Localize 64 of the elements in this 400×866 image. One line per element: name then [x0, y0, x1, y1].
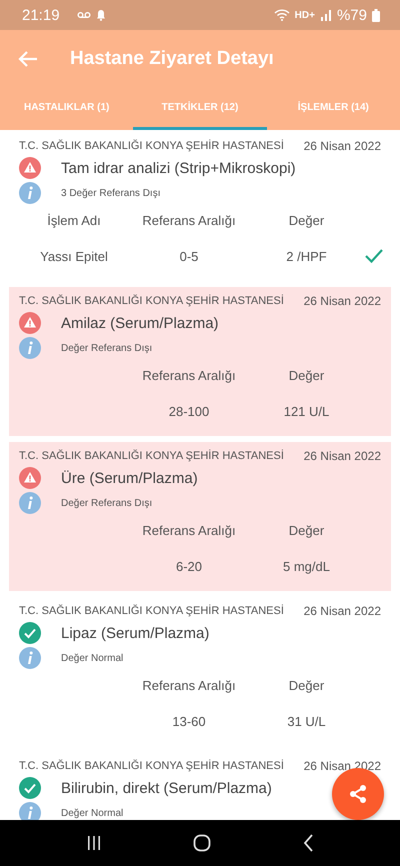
column-header: Referans Aralığı [142, 522, 236, 538]
table-cell: 28-100 [168, 404, 210, 418]
share-icon [347, 783, 369, 805]
info-icon [19, 182, 41, 204]
column-header: Değer [288, 522, 324, 538]
bell-icon [96, 9, 106, 21]
table-cell: 2 /HPF [286, 248, 327, 264]
voicemail-icon [76, 10, 91, 20]
result-note: Değer Referans Dışı [61, 498, 152, 508]
result-date: 26 Nisan 2022 [304, 139, 381, 153]
column-header: İşlem Adı [47, 212, 101, 228]
hospital-name: T.C. SAĞLIK BAKANLIĞI KONYA ŞEHİR HASTANESİ [19, 295, 284, 307]
table-cell: 13-60 [172, 714, 206, 728]
battery-level: %79 [336, 6, 367, 24]
table-cell: 5 mg/dL [283, 558, 330, 574]
column-header: Referans Aralığı [142, 678, 236, 692]
result-date: 26 Nisan 2022 [304, 449, 381, 463]
column-header: Değer [288, 368, 324, 382]
test-name: Amilaz (Serum/Plazma) [61, 314, 219, 332]
result-note: Değer Referans Dışı [61, 342, 152, 354]
info-icon [19, 647, 41, 669]
hospital-name: T.C. SAĞLIK BAKANLIĞI KONYA ŞEHİR HASTANESİ [19, 140, 284, 152]
info-icon [19, 337, 41, 359]
column-header: Değer [288, 212, 324, 228]
result-note: Değer Normal [61, 808, 124, 818]
result-card[interactable]: T.C. SAĞLIK BAKANLIĞI KONYA ŞEHİR HASTANESİ 26 Nisan 2022 Üre (Serum/Plazma) Değer Referans Dışı Referans Aralığı Değer 6-20 5 mg/dL [9, 442, 391, 591]
column-header: Değer [288, 678, 324, 692]
screen-title: Hastane Ziyaret Detayı [70, 48, 274, 70]
signal-icon [320, 9, 332, 21]
test-name: Tam idrar analizi (Strip+Mikroskopi) [61, 160, 296, 176]
test-name: Lipaz (Serum/Plazma) [61, 624, 210, 642]
test-name: Üre (Serum/Plazma) [61, 470, 198, 486]
warning-icon [19, 312, 41, 334]
result-card[interactable]: T.C. SAĞLIK BAKANLIĞI KONYA ŞEHİR HASTANESİ 26 Nisan 2022 Lipaz (Serum/Plazma) Değer Normal Referans Aralığı Değer 13-60 31 U/L [9, 597, 391, 746]
network-label: HD+ [294, 10, 315, 20]
info-icon [19, 492, 41, 514]
home-icon[interactable] [192, 834, 211, 852]
recent-apps-icon[interactable] [86, 835, 102, 851]
wifi-icon [274, 9, 290, 21]
test-name: Bilirubin, direkt (Serum/Plazma) [61, 780, 272, 796]
clock: 21:19 [22, 6, 60, 24]
column-header: Referans Aralığı [142, 368, 236, 382]
table-cell: 31 U/L [287, 714, 326, 728]
check-circle-icon [19, 777, 41, 799]
hospital-name: T.C. SAĞLIK BAKANLIĞI KONYA ŞEHİR HASTANESİ [19, 605, 284, 617]
result-note: 3 Değer Referans Dışı [61, 188, 160, 198]
battery-icon [372, 8, 380, 22]
table-cell: 121 U/L [284, 404, 330, 418]
hospital-name: T.C. SAĞLIK BAKANLIĞI KONYA ŞEHİR HASTANESİ [19, 450, 284, 462]
result-card[interactable]: T.C. SAĞLIK BAKANLIĞI KONYA ŞEHİR HASTANESİ 26 Nisan 2022 Tam idrar analizi (Strip+Mikroskopi) 3 Değer Referans Dışı İşlem Adı Referans Aralığı Değer Yassı Epitel 0-5 2 /HPF [9, 132, 391, 281]
result-date: 26 Nisan 2022 [304, 604, 381, 618]
back-icon[interactable] [302, 834, 314, 852]
table-cell: Yassı Epitel [40, 248, 108, 264]
table-cell: 6-20 [176, 558, 202, 574]
hospital-name: T.C. SAĞLIK BAKANLIĞI KONYA ŞEHİR HASTANESİ [19, 760, 284, 772]
info-icon [19, 802, 41, 820]
result-card[interactable]: T.C. SAĞLIK BAKANLIĞI KONYA ŞEHİR HASTANESİ 26 Nisan 2022 Amilaz (Serum/Plazma) Değer Referans Dışı Referans Aralığı Değer 28-100 121 U/L [9, 287, 391, 436]
table-cell: 0-5 [180, 248, 198, 264]
check-circle-icon [19, 622, 41, 644]
warning-icon [19, 157, 41, 179]
result-note: Değer Normal [61, 652, 124, 664]
result-date: 26 Nisan 2022 [304, 294, 381, 308]
warning-icon [19, 467, 41, 489]
column-header: Referans Aralığı [142, 212, 236, 228]
